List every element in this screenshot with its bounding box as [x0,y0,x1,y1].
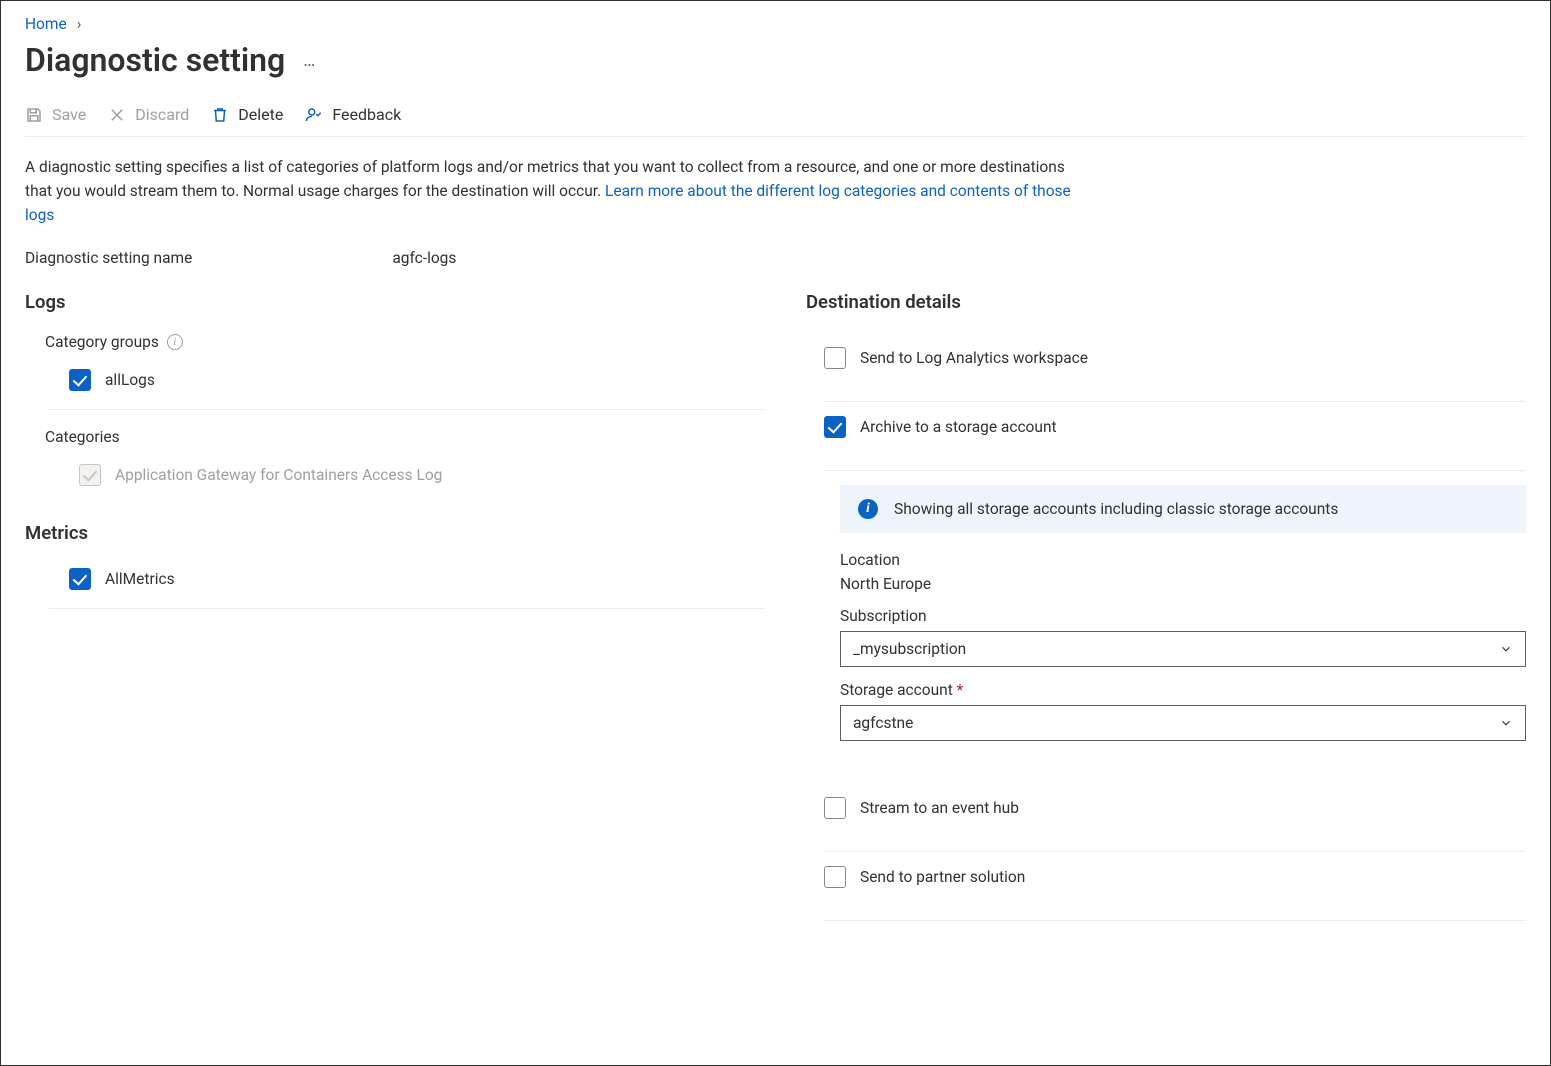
delete-label: Delete [238,105,283,124]
category-access-log-checkbox[interactable] [79,464,101,486]
required-asterisk: * [957,681,964,699]
allmetrics-row: AllMetrics [69,568,764,590]
storage-account-select[interactable]: agfcstne [840,705,1526,741]
subscription-select[interactable]: _mysubscription [840,631,1526,667]
page-title: Diagnostic setting [25,41,285,79]
save-icon [25,106,43,124]
breadcrumb: Home › [25,15,1526,33]
more-actions-icon[interactable]: … [303,50,317,71]
info-solid-icon: i [858,499,878,519]
page-title-row: Diagnostic setting … [25,41,1526,79]
feedback-label: Feedback [332,105,401,124]
dest-storage-row: Archive to a storage account [824,402,1526,452]
alllogs-label: allLogs [105,371,155,389]
location-label: Location [840,551,1526,569]
subscription-value: _mysubscription [853,640,966,658]
destination-heading: Destination details [806,291,1526,313]
setting-name-row: Diagnostic setting name agfc-logs [25,249,1526,267]
subscription-field: Subscription _mysubscription [840,607,1526,667]
chevron-down-icon [1499,642,1513,656]
allmetrics-checkbox[interactable] [69,568,91,590]
feedback-button[interactable]: Feedback [305,105,401,124]
subscription-label: Subscription [840,607,1526,625]
category-groups-text: Category groups [45,333,159,351]
save-label: Save [52,105,86,124]
storage-account-value: agfcstne [853,714,913,732]
metrics-heading: Metrics [25,522,764,544]
alllogs-row: allLogs [69,369,764,391]
chevron-down-icon [1499,716,1513,730]
location-value: North Europe [840,575,1526,593]
dest-partner-checkbox[interactable] [824,866,846,888]
allmetrics-label: AllMetrics [105,570,175,588]
divider [49,608,764,609]
dest-law-label: Send to Log Analytics workspace [860,349,1088,367]
delete-button[interactable]: Delete [211,105,283,124]
destination-column: Destination details Send to Log Analytic… [806,291,1526,921]
trash-icon [211,106,229,124]
setting-name-value: agfc-logs [392,249,456,267]
logs-metrics-column: Logs Category groups i allLogs Categorie… [25,291,764,921]
info-icon[interactable]: i [167,334,183,350]
dest-partner-row: Send to partner solution [824,852,1526,902]
breadcrumb-home-link[interactable]: Home [25,15,67,33]
toolbar: Save Discard Delete Feedback [25,105,1526,137]
divider [824,470,1526,471]
close-icon [108,106,126,124]
storage-account-label-text: Storage account [840,681,953,699]
divider [49,409,764,410]
storage-info-text: Showing all storage accounts including c… [894,500,1338,518]
dest-law-row: Send to Log Analytics workspace [824,333,1526,383]
divider [824,920,1526,921]
chevron-right-icon: › [77,15,82,33]
setting-name-label: Diagnostic setting name [25,249,192,267]
dest-storage-checkbox[interactable] [824,416,846,438]
category-row-access-log: Application Gateway for Containers Acces… [79,464,764,486]
dest-storage-label: Archive to a storage account [860,418,1057,436]
discard-label: Discard [135,105,189,124]
alllogs-checkbox[interactable] [69,369,91,391]
discard-button[interactable]: Discard [108,105,189,124]
save-button[interactable]: Save [25,105,86,124]
storage-account-field: Storage account * agfcstne [840,681,1526,741]
dest-eventhub-label: Stream to an event hub [860,799,1019,817]
location-field: Location North Europe [840,551,1526,593]
category-access-log-label: Application Gateway for Containers Acces… [115,466,442,484]
category-groups-label: Category groups i [45,333,764,351]
dest-law-checkbox[interactable] [824,347,846,369]
description-text: A diagnostic setting specifies a list of… [25,155,1085,227]
feedback-icon [305,106,323,124]
storage-account-label: Storage account * [840,681,1526,699]
logs-heading: Logs [25,291,764,313]
dest-partner-label: Send to partner solution [860,868,1025,886]
categories-label: Categories [45,428,764,446]
dest-eventhub-row: Stream to an event hub [824,783,1526,833]
storage-info-banner: i Showing all storage accounts including… [840,485,1526,533]
dest-eventhub-checkbox[interactable] [824,797,846,819]
